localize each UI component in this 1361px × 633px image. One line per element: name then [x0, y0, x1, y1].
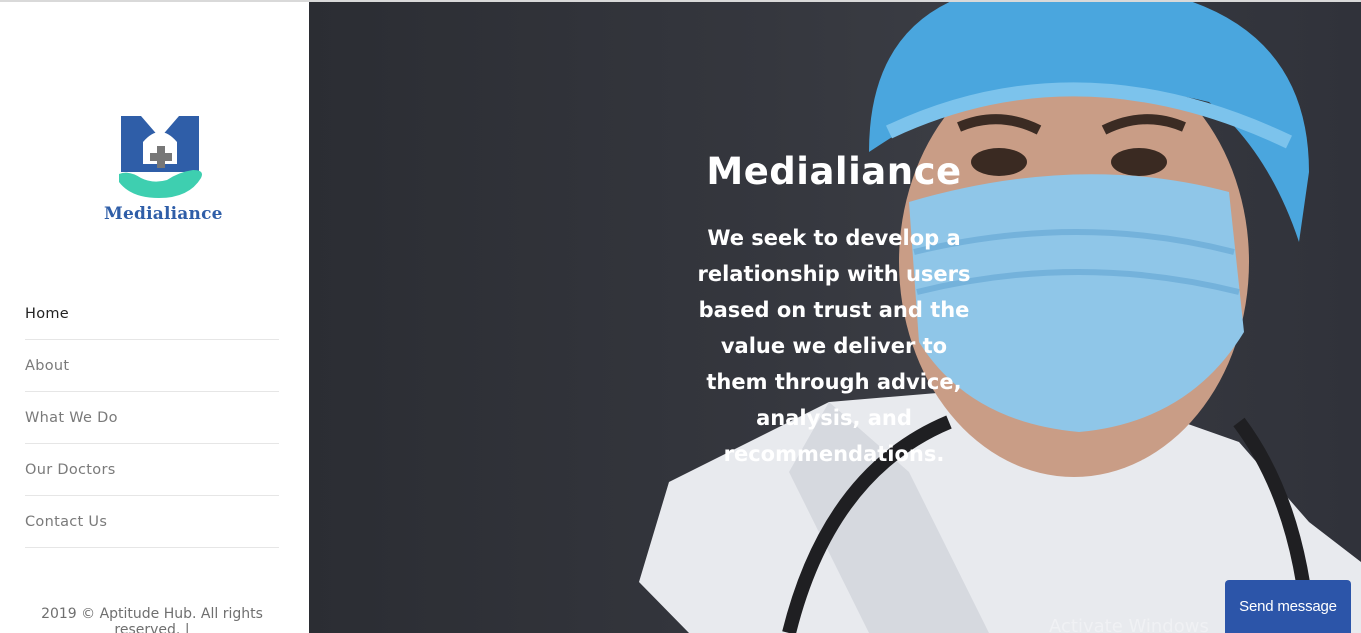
nav-item-label: What We Do: [25, 409, 118, 426]
nav-item-contact-us[interactable]: Contact Us: [25, 496, 279, 548]
nav-item-label: About: [25, 357, 70, 374]
footer-copyright: 2019 © Aptitude Hub. All rights reserved…: [41, 606, 263, 633]
nav-item-label: Home: [25, 305, 70, 322]
nav-item-label: Contact Us: [25, 513, 108, 530]
hero-title: Medialiance: [706, 150, 962, 193]
medical-hand-cross-logo-icon: [119, 116, 202, 198]
main-nav: Home About What We Do Our Doctors Contac…: [25, 288, 279, 548]
nav-item-our-doctors[interactable]: Our Doctors: [25, 444, 279, 496]
activate-windows-watermark: Activate Windows: [1049, 616, 1209, 633]
hero-description: We seek to develop a relationship with u…: [697, 226, 971, 466]
nav-item-what-we-do[interactable]: What We Do: [25, 392, 279, 444]
brand-name: Medialiance: [104, 204, 223, 224]
nav-item-about[interactable]: About: [25, 340, 279, 392]
nav-item-label: Our Doctors: [25, 461, 116, 478]
brand-logo[interactable]: Medialiance: [104, 112, 223, 237]
nav-item-home[interactable]: Home: [25, 288, 279, 340]
send-message-button[interactable]: Send message: [1225, 580, 1351, 633]
hero-banner: Medialiance We seek to develop a relatio…: [309, 2, 1361, 633]
sidebar: Medialiance Home About What We Do Our Do…: [0, 2, 309, 633]
